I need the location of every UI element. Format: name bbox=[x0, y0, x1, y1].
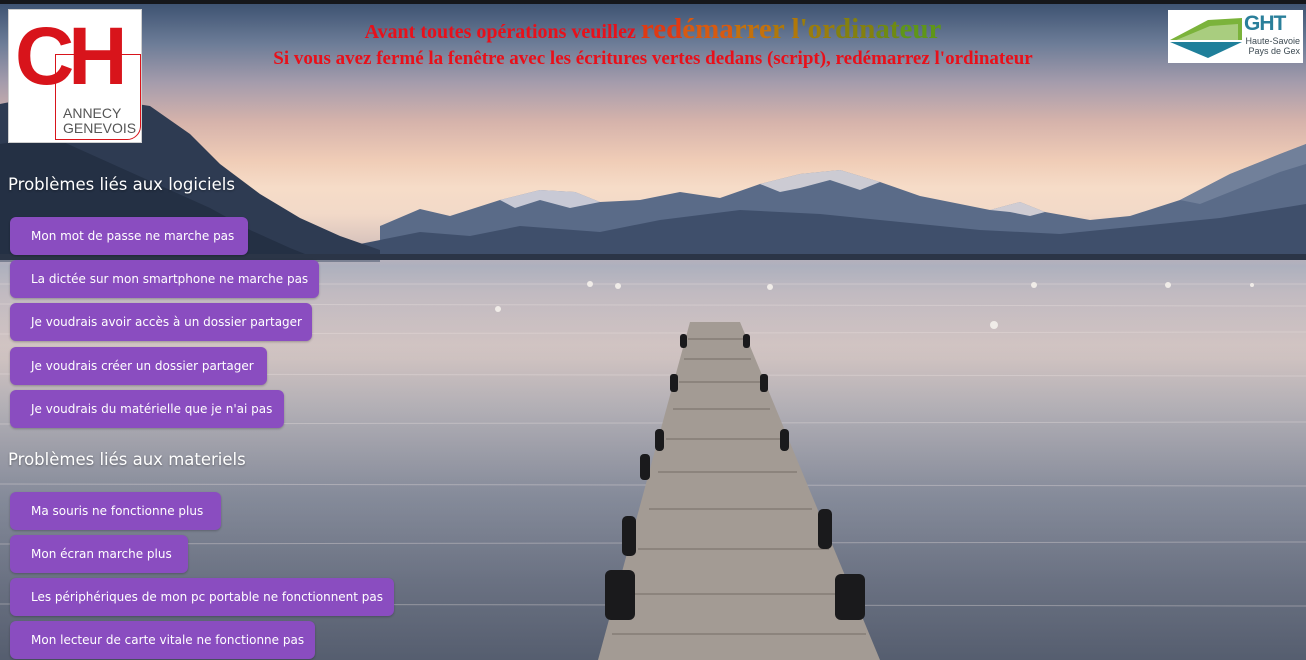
button-create-shared-folder[interactable]: Je voudrais créer un dossier partager bbox=[10, 347, 267, 385]
restart-notice-prefix: Avant toutes opérations veuillez bbox=[364, 21, 636, 43]
button-smartphone-dictation[interactable]: La dictée sur mon smartphone ne marche p… bbox=[10, 260, 319, 298]
button-shared-folder-access[interactable]: Je voudrais avoir accès à un dossier par… bbox=[10, 303, 312, 341]
restart-notice-emphasis: redémarrer l'ordinateur bbox=[640, 13, 942, 45]
restart-notice-line2: Si vous avez fermé la fenêtre avec les é… bbox=[273, 48, 1033, 69]
button-password-not-working[interactable]: Mon mot de passe ne marche pas bbox=[10, 217, 248, 255]
button-mouse-not-working[interactable]: Ma souris ne fonctionne plus bbox=[10, 492, 221, 530]
button-vitale-card-reader[interactable]: Mon lecteur de carte vitale ne fonctionn… bbox=[10, 621, 315, 659]
section-title-software: Problèmes liés aux logiciels bbox=[8, 175, 235, 194]
restart-notice-line1: Avant toutes opérations veuillez redémar… bbox=[0, 13, 1306, 46]
section-title-hardware: Problèmes liés aux materiels bbox=[8, 450, 246, 469]
logo-city-text: ANNECY GENEVOIS bbox=[63, 106, 136, 136]
button-request-hardware[interactable]: Je voudrais du matérielle que je n'ai pa… bbox=[10, 390, 284, 428]
button-screen-not-working[interactable]: Mon écran marche plus bbox=[10, 535, 188, 573]
button-laptop-peripherals[interactable]: Les périphériques de mon pc portable ne … bbox=[10, 578, 394, 616]
logo-city-line1: ANNECY bbox=[63, 105, 122, 121]
logo-city-line2: GENEVOIS bbox=[63, 120, 137, 136]
